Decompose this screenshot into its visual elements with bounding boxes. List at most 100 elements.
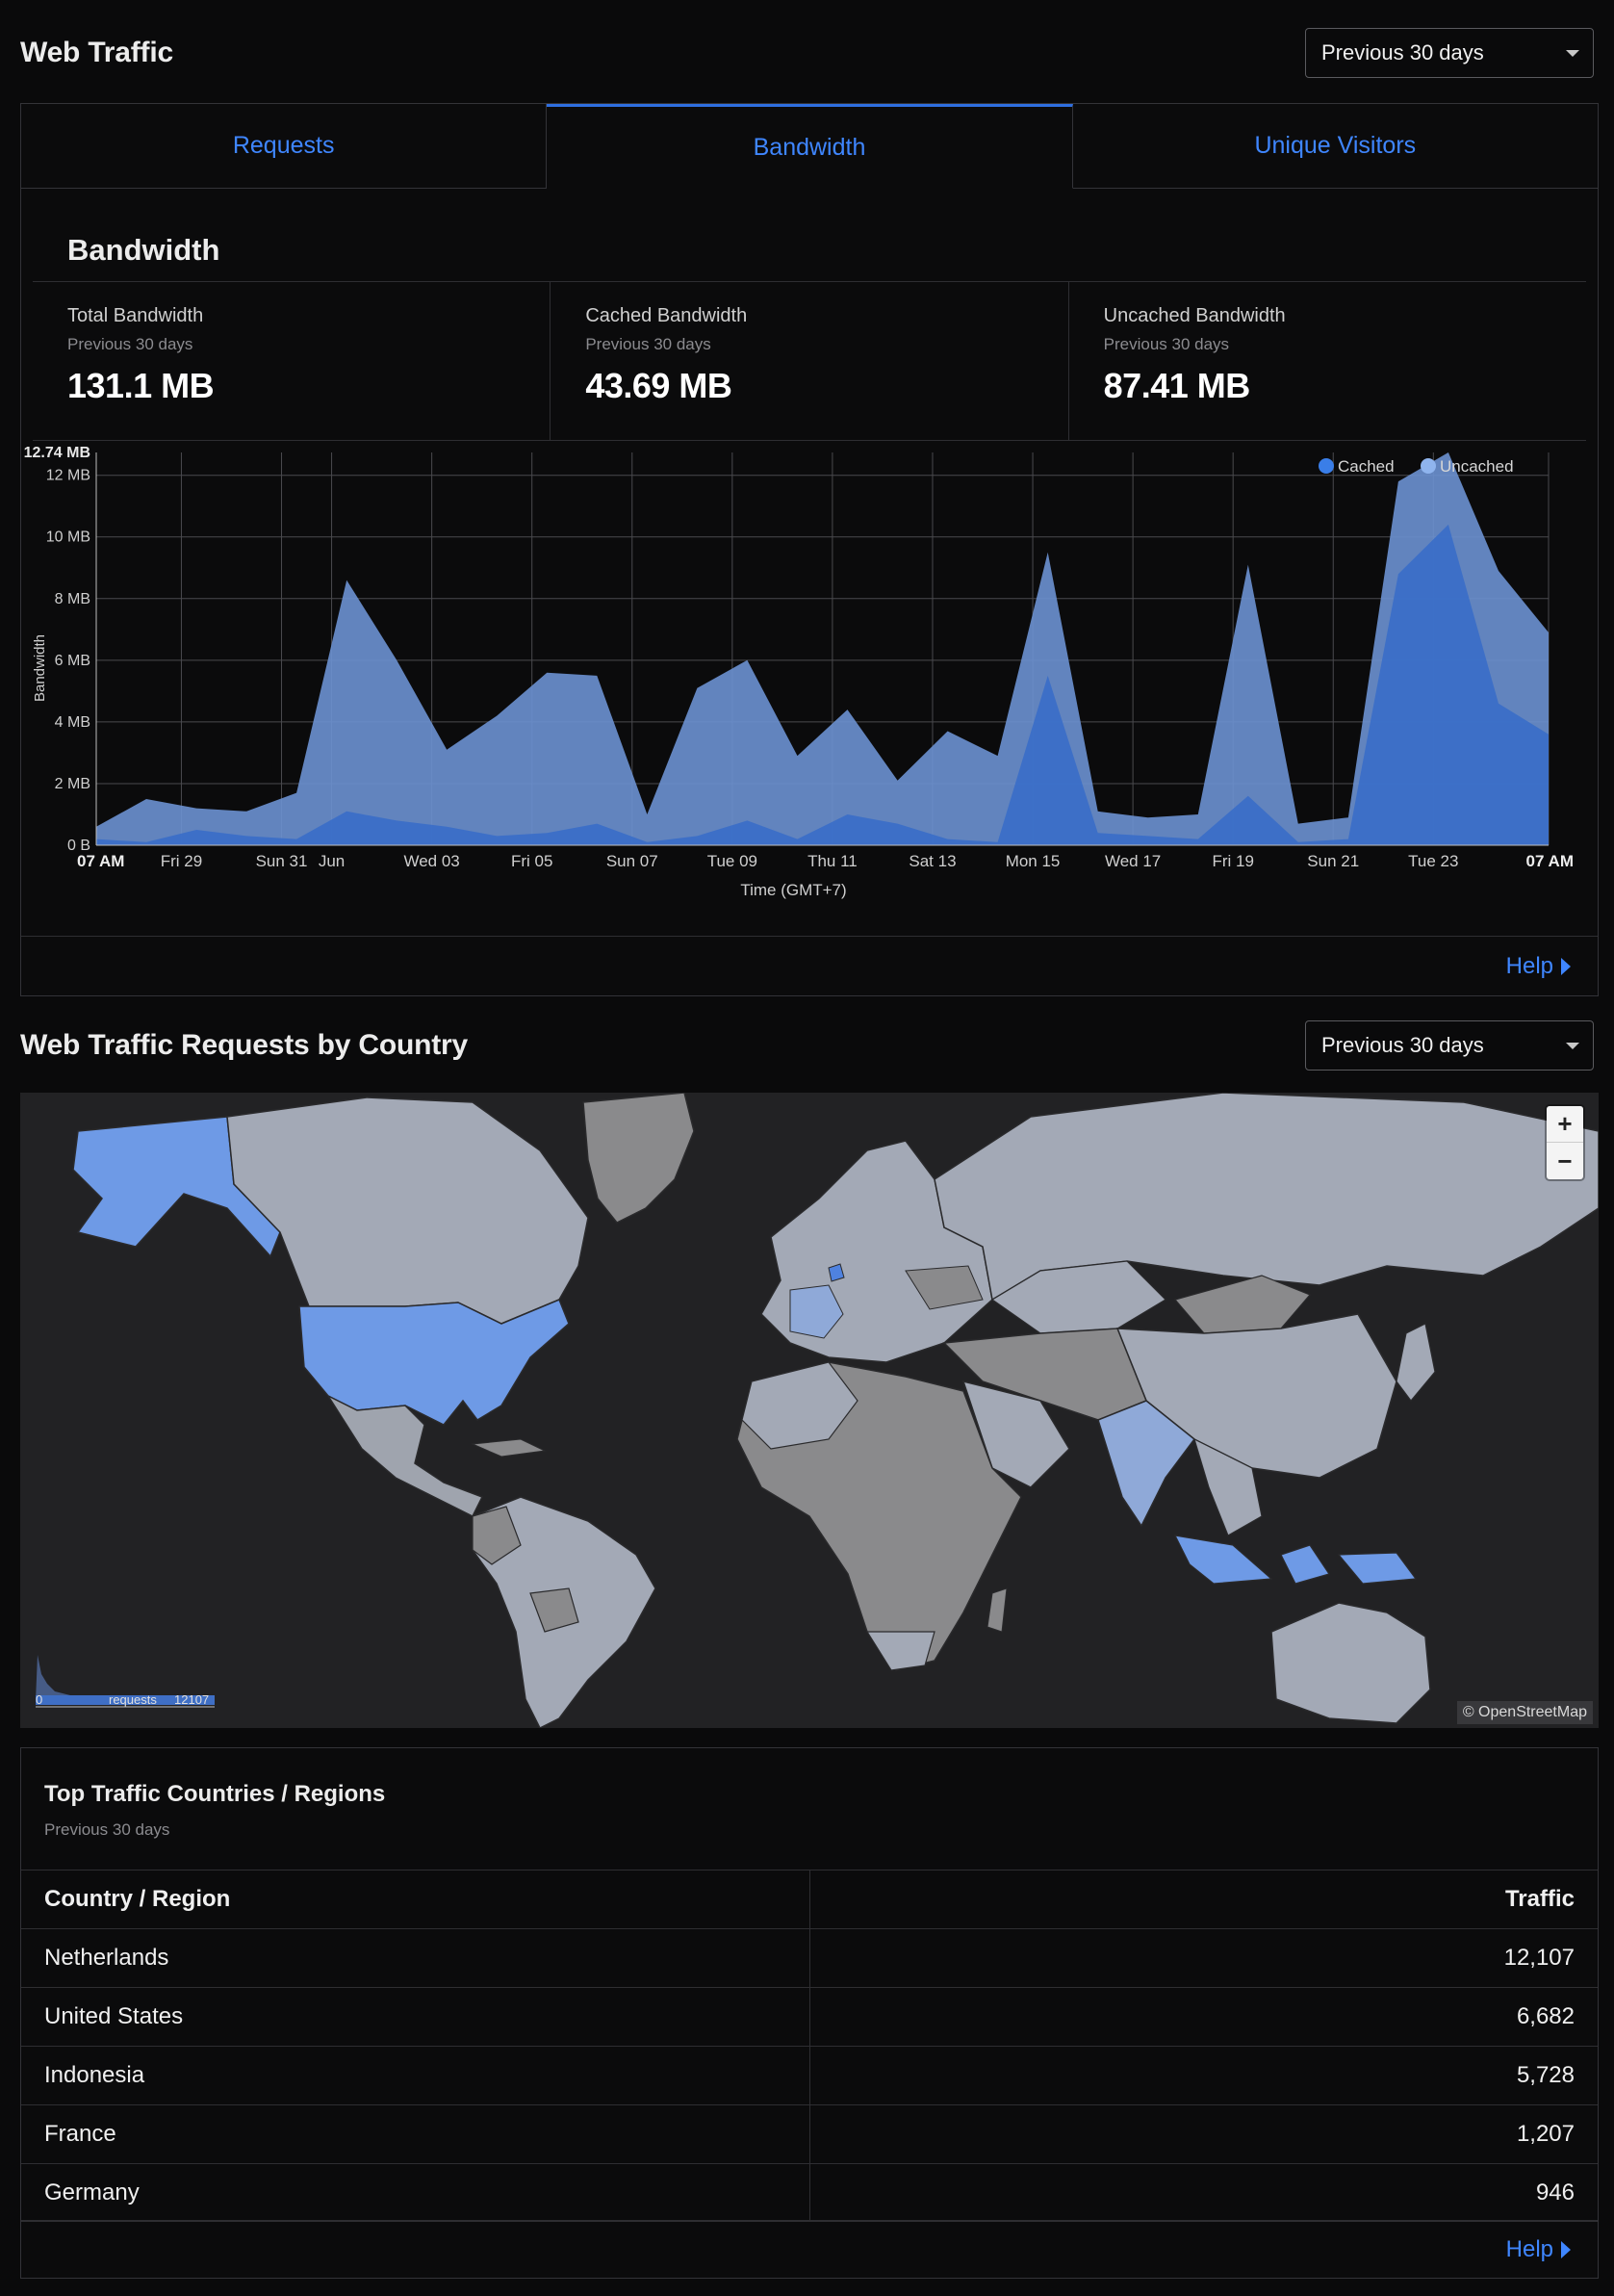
legend-label: requests	[109, 1692, 157, 1707]
traffic-cell: 6,682	[1516, 2003, 1575, 2029]
x-tick-label: Fri 29	[161, 852, 202, 870]
map-attribution[interactable]: © OpenStreetMap	[1456, 1701, 1593, 1724]
stat-value: 131.1 MB	[67, 366, 215, 405]
time-range-value: Previous 30 days	[1321, 40, 1484, 64]
y-tick-label: 10 MB	[46, 529, 90, 546]
bandwidth-stats: Total Bandwidth Previous 30 days 131.1 M…	[33, 281, 1586, 441]
legend-label-uncached[interactable]: Uncached	[1440, 457, 1514, 476]
x-tick-label: Mon 15	[1006, 852, 1061, 870]
map-region-indonesia[interactable]	[1173, 1535, 1273, 1585]
x-tick-label: Tue 23	[1408, 852, 1458, 870]
map-time-range-select[interactable]: Previous 30 days	[1305, 1020, 1594, 1071]
area-series-uncached[interactable]	[96, 452, 1549, 845]
tab-requests[interactable]: Requests	[21, 104, 548, 188]
panel-footer: Help	[21, 936, 1598, 995]
world-map-canvas[interactable]	[20, 1093, 1599, 1728]
y-tick-label: 12 MB	[46, 468, 90, 484]
stat-cached-bandwidth: Cached Bandwidth Previous 30 days 43.69 …	[551, 282, 1069, 440]
x-tick-label: Sun 31	[256, 852, 308, 870]
stat-label: Uncached Bandwidth	[1103, 305, 1286, 326]
legend-label-cached[interactable]: Cached	[1338, 457, 1395, 476]
map-region-mexico[interactable]	[325, 1394, 484, 1518]
x-tick-label: Fri 05	[511, 852, 552, 870]
table-row: United States 6,682	[21, 1987, 1598, 2046]
stat-value: 87.41 MB	[1103, 366, 1251, 405]
map-region-caribbean[interactable]	[471, 1438, 547, 1458]
map-region-greenland[interactable]	[582, 1093, 695, 1224]
traffic-cell: 1,207	[1516, 2121, 1575, 2147]
table-row: Netherlands 12,107	[21, 1928, 1598, 1987]
top-countries-title: Top Traffic Countries / Regions	[44, 1781, 386, 1807]
map-zoom-controls: + −	[1547, 1106, 1583, 1179]
panel-footer: Help	[21, 2220, 1598, 2278]
map-region-australia[interactable]	[1270, 1602, 1431, 1724]
zoom-out-button[interactable]: −	[1547, 1143, 1583, 1179]
legend-swatch-uncached[interactable]	[1421, 458, 1436, 474]
country-cell: Netherlands	[21, 1929, 810, 1987]
time-range-select[interactable]: Previous 30 days	[1305, 28, 1594, 78]
x-tick-label: Fri 19	[1212, 852, 1253, 870]
world-map[interactable]: + − 0 requests 12107 © OpenStreetMap	[20, 1093, 1599, 1728]
x-tick-label: 07 AM	[1526, 852, 1574, 870]
tab-unique-visitors[interactable]: Unique Visitors	[1073, 104, 1598, 188]
stat-period: Previous 30 days	[67, 335, 193, 353]
map-region-mongolia[interactable]	[1173, 1275, 1312, 1334]
top-countries-panel: Top Traffic Countries / Regions Previous…	[20, 1747, 1599, 2279]
table-row: Indonesia 5,728	[21, 2046, 1598, 2104]
map-region-russia[interactable]	[934, 1093, 1599, 1302]
tab-bandwidth[interactable]: Bandwidth	[547, 104, 1073, 189]
y-max-label: 12.74 MB	[24, 445, 90, 461]
x-tick-label: Wed 03	[403, 852, 459, 870]
chevron-down-icon	[1566, 1043, 1579, 1049]
column-header-traffic[interactable]: Traffic	[810, 1870, 1598, 1928]
zoom-in-button[interactable]: +	[1547, 1106, 1583, 1143]
bandwidth-chart[interactable]: 0 B2 MB4 MB6 MB8 MB10 MB12 MB12.74 MB07 …	[21, 441, 1598, 932]
stat-uncached-bandwidth: Uncached Bandwidth Previous 30 days 87.4…	[1069, 282, 1586, 440]
x-tick-label: Sun 21	[1307, 852, 1359, 870]
country-cell: France	[21, 2105, 810, 2163]
page-title: Web Traffic	[20, 37, 173, 68]
y-tick-label: 4 MB	[55, 714, 90, 731]
traffic-panel: Requests Bandwidth Unique Visitors Bandw…	[20, 103, 1599, 996]
chart-areas	[96, 452, 1549, 845]
traffic-cell: 946	[1535, 2179, 1575, 2206]
x-tick-label: Tue 09	[707, 852, 757, 870]
x-axis-title: Time (GMT+7)	[740, 881, 846, 899]
map-region-canada[interactable]	[226, 1096, 589, 1325]
caret-right-icon	[1561, 957, 1571, 975]
y-tick-label: 2 MB	[55, 776, 90, 792]
x-tick-label: Sat 13	[909, 852, 956, 870]
caret-right-icon	[1561, 2240, 1571, 2258]
map-region-indonesia-east[interactable]	[1280, 1544, 1330, 1585]
legend-min: 0	[36, 1692, 42, 1707]
help-link[interactable]: Help	[1506, 2236, 1571, 2263]
y-axis-title: Bandwidth	[32, 634, 48, 702]
country-cell: United States	[21, 1988, 810, 2046]
map-region-papua[interactable]	[1337, 1552, 1418, 1585]
stat-label: Total Bandwidth	[67, 305, 204, 326]
top-countries-table: Country / Region Traffic Netherlands 12,…	[21, 1870, 1598, 2222]
help-label: Help	[1505, 952, 1553, 979]
time-range-value: Previous 30 days	[1321, 1033, 1484, 1057]
traffic-cell: 12,107	[1503, 1945, 1575, 1971]
stat-period: Previous 30 days	[1103, 335, 1230, 353]
country-cell: Germany	[21, 2164, 810, 2221]
column-header-country[interactable]: Country / Region	[21, 1870, 810, 1928]
x-tick-label: 07 AM	[77, 852, 124, 870]
legend-swatch-cached[interactable]	[1319, 458, 1334, 474]
map-section-title: Web Traffic Requests by Country	[20, 1029, 468, 1061]
metric-tabs: Requests Bandwidth Unique Visitors	[21, 104, 1598, 189]
map-color-legend: 0 requests 12107	[36, 1655, 215, 1708]
x-tick-label: Wed 17	[1105, 852, 1161, 870]
table-row: Germany 946	[21, 2163, 1598, 2222]
country-cell: Indonesia	[21, 2047, 810, 2104]
table-header-row: Country / Region Traffic	[21, 1870, 1598, 1928]
help-link[interactable]: Help	[1506, 953, 1571, 980]
map-region-south-africa[interactable]	[865, 1631, 935, 1671]
stat-label: Cached Bandwidth	[585, 305, 748, 326]
help-label: Help	[1505, 2235, 1553, 2262]
stat-total-bandwidth: Total Bandwidth Previous 30 days 131.1 M…	[33, 282, 551, 440]
map-region-madagascar[interactable]	[986, 1587, 1008, 1633]
x-tick-label: Sun 07	[606, 852, 658, 870]
map-region-japan[interactable]	[1396, 1323, 1436, 1402]
